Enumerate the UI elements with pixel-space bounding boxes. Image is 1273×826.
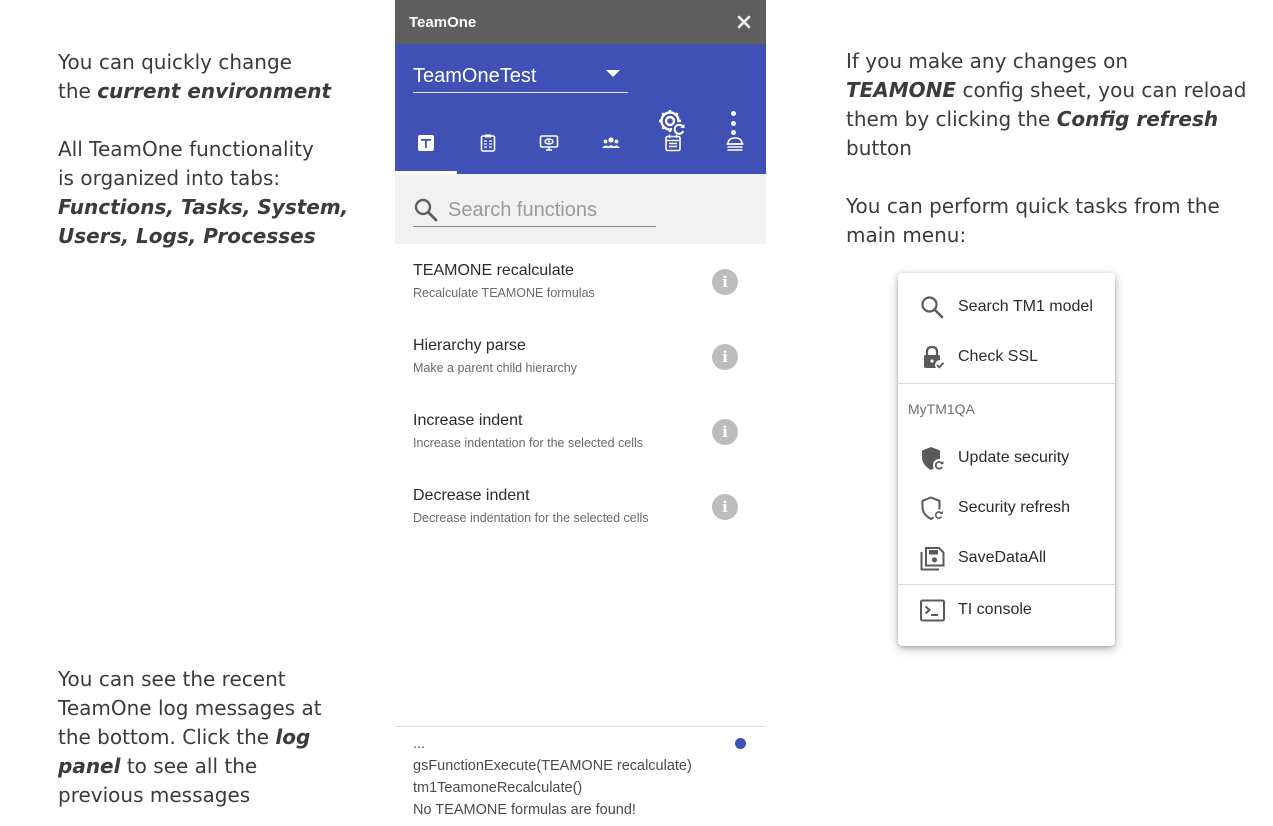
- functions-list: TEAMONE recalculate Recalculate TEAMONE f…: [395, 244, 766, 555]
- environment-select[interactable]: TeamOneTest: [413, 62, 628, 93]
- search-icon: [921, 295, 944, 318]
- menu-item-security-refresh[interactable]: Security refresh: [898, 487, 1115, 529]
- function-description: Recalculate TEAMONE formulas: [413, 286, 595, 300]
- note-line: is organized into tabs:: [58, 166, 281, 190]
- function-title: Decrease indent: [413, 487, 530, 504]
- log-panel[interactable]: ... gsFunctionExecute(TEAMONE recalculate…: [395, 726, 766, 826]
- menu-item-label: Security refresh: [958, 499, 1071, 516]
- function-item[interactable]: Hierarchy parse Make a parent child hiera…: [395, 330, 766, 405]
- menu-item-label: Check SSL: [958, 348, 1039, 365]
- tab-processes[interactable]: [704, 112, 766, 174]
- lock-check-icon: [924, 345, 945, 370]
- main-menu: Search TM1 model Check SSL MyTM1QA Updat…: [898, 273, 1115, 646]
- menu-item-ti-console[interactable]: TI console: [898, 589, 1115, 631]
- app-title: TeamOne: [409, 13, 477, 31]
- function-title: Increase indent: [413, 412, 523, 429]
- menu-item-update-security[interactable]: Update security: [898, 437, 1115, 479]
- note-line: the bottom. Click the log: [58, 725, 311, 749]
- function-item[interactable]: TEAMONE recalculate Recalculate TEAMONE f…: [395, 255, 766, 330]
- functions-tab-icon: [417, 135, 434, 151]
- log-line: ...: [413, 736, 426, 752]
- console-icon: [920, 599, 945, 621]
- info-icon[interactable]: i: [712, 494, 738, 520]
- menu-item-savedataall[interactable]: SaveDataAll: [898, 537, 1115, 579]
- function-description: Make a parent child hierarchy: [413, 361, 577, 375]
- save-data-icon: [920, 546, 945, 570]
- sidebar-header: TeamOneTest: [395, 44, 766, 174]
- menu-divider: [898, 584, 1115, 585]
- users-tab-icon: [602, 137, 621, 148]
- note-line: TeamOne log messages at: [58, 696, 322, 720]
- shield-refresh-icon: [921, 495, 945, 521]
- processes-tab-icon: [726, 137, 744, 151]
- shield-update-icon: [922, 446, 945, 471]
- log-line: No TEAMONE formulas are found!: [413, 802, 636, 818]
- log-line: tm1TeamoneRecalculate(): [413, 780, 583, 796]
- note-line: main menu:: [846, 223, 967, 247]
- note-line: You can quickly change: [58, 50, 292, 74]
- close-icon[interactable]: [736, 14, 752, 30]
- search-area: [395, 174, 766, 244]
- note-line: button: [846, 136, 912, 160]
- note-line: Functions, Tasks, System,: [58, 195, 349, 219]
- menu-item-label: SaveDataAll: [958, 549, 1047, 566]
- note-line: panel to see all the: [58, 754, 258, 778]
- menu-item-check-ssl[interactable]: Check SSL: [898, 336, 1115, 378]
- note-line: previous messages: [58, 783, 251, 807]
- log-status-dot: [735, 738, 746, 749]
- search-box: [413, 194, 656, 227]
- tab-functions[interactable]: [395, 112, 457, 174]
- note-line: the current environment: [58, 79, 332, 103]
- note-line: You can perform quick tasks from the: [846, 194, 1220, 218]
- menu-item-label: Update security: [958, 449, 1070, 466]
- menu-divider: [898, 383, 1115, 384]
- note-log-panel: You can see the recent TeamOne log messa…: [58, 665, 358, 810]
- note-line: TEAMONE config sheet, you can reload: [846, 78, 1247, 102]
- note-line: You can see the recent: [58, 667, 286, 691]
- search-input[interactable]: [448, 198, 648, 222]
- note-line: Users, Logs, Processes: [58, 224, 316, 248]
- note-line: All TeamOne functionality: [58, 137, 314, 161]
- menu-item-label: Search TM1 model: [958, 298, 1093, 315]
- tab-system[interactable]: [519, 112, 581, 174]
- tab-bar: [395, 112, 766, 174]
- note-line: If you make any changes on: [846, 49, 1129, 73]
- log-lines: ... gsFunctionExecute(TEAMONE recalculate…: [413, 733, 748, 821]
- chevron-down-icon: [606, 69, 620, 77]
- menu-item-label: TI console: [958, 601, 1032, 618]
- function-title: TEAMONE recalculate: [413, 262, 574, 279]
- tasks-tab-icon: [480, 134, 495, 152]
- note-line: them by clicking the Config refresh: [846, 107, 1219, 131]
- search-icon: [414, 198, 438, 222]
- log-line: gsFunctionExecute(TEAMONE recalculate): [413, 758, 692, 774]
- function-item[interactable]: Increase indent Increase indentation for …: [395, 405, 766, 480]
- environment-value: TeamOneTest: [413, 64, 537, 87]
- note-tabs: All TeamOne functionality is organized i…: [58, 135, 358, 251]
- function-description: Decrease indentation for the selected ce…: [413, 511, 649, 525]
- logs-tab-icon: [665, 134, 681, 152]
- menu-item-search-tm1-model[interactable]: Search TM1 model: [898, 286, 1115, 328]
- system-tab-icon: [540, 135, 559, 151]
- note-config-refresh: If you make any changes on TEAMONE confi…: [846, 47, 1256, 163]
- teamone-sidebar: TeamOne TeamOneTest Search functions TEA…: [395, 0, 766, 826]
- tab-users[interactable]: [580, 112, 642, 174]
- note-main-menu: You can perform quick tasks from the mai…: [846, 192, 1256, 250]
- info-icon[interactable]: i: [712, 344, 738, 370]
- note-current-environment: You can quickly change the current envir…: [58, 48, 358, 106]
- info-icon[interactable]: i: [712, 269, 738, 295]
- sidebar-titlebar: TeamOne: [395, 0, 766, 44]
- function-item[interactable]: Decrease indent Decrease indentation for …: [395, 480, 766, 555]
- tab-tasks[interactable]: [457, 112, 519, 174]
- info-icon[interactable]: i: [712, 419, 738, 445]
- menu-section-label: MyTM1QA: [908, 401, 975, 417]
- function-description: Increase indentation for the selected ce…: [413, 436, 643, 450]
- function-title: Hierarchy parse: [413, 337, 526, 354]
- tab-logs[interactable]: [642, 112, 704, 174]
